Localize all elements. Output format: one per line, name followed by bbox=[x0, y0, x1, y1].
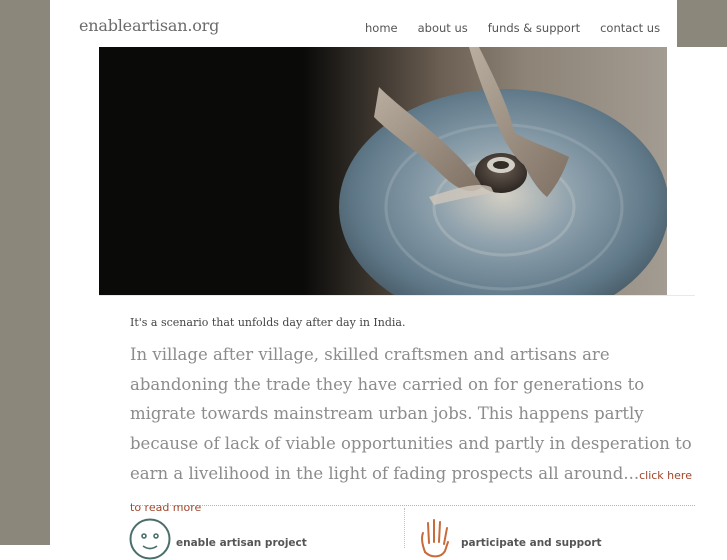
lead-paragraph: In village after village, skilled crafts… bbox=[130, 340, 705, 522]
pottery-wheel-illustration bbox=[339, 47, 667, 295]
card-title: participate and support bbox=[461, 537, 602, 549]
site-logo[interactable]: enableartisan.org bbox=[79, 16, 219, 35]
column-divider bbox=[404, 508, 405, 548]
header-corner-block bbox=[677, 0, 727, 47]
nav-contact-us[interactable]: contact us bbox=[600, 21, 660, 35]
nav-funds-support[interactable]: funds & support bbox=[488, 21, 580, 35]
card-participate[interactable]: participate and support bbox=[415, 518, 602, 560]
card-title: enable artisan project bbox=[176, 537, 307, 549]
intro-text: It's a scenario that unfolds day after d… bbox=[130, 316, 406, 329]
nav-about-us[interactable]: about us bbox=[418, 21, 468, 35]
nav-home[interactable]: home bbox=[365, 21, 398, 35]
hand-icon bbox=[420, 519, 449, 558]
card-enable-artisan[interactable]: enable artisan project bbox=[129, 518, 307, 560]
hero-divider bbox=[99, 295, 695, 296]
smiley-icon bbox=[129, 518, 171, 560]
section-divider bbox=[130, 505, 695, 506]
hero-image bbox=[99, 47, 667, 295]
lead-text: In village after village, skilled crafts… bbox=[130, 345, 692, 483]
main-nav: home about us funds & support contact us bbox=[365, 21, 660, 35]
left-gutter bbox=[0, 0, 50, 545]
